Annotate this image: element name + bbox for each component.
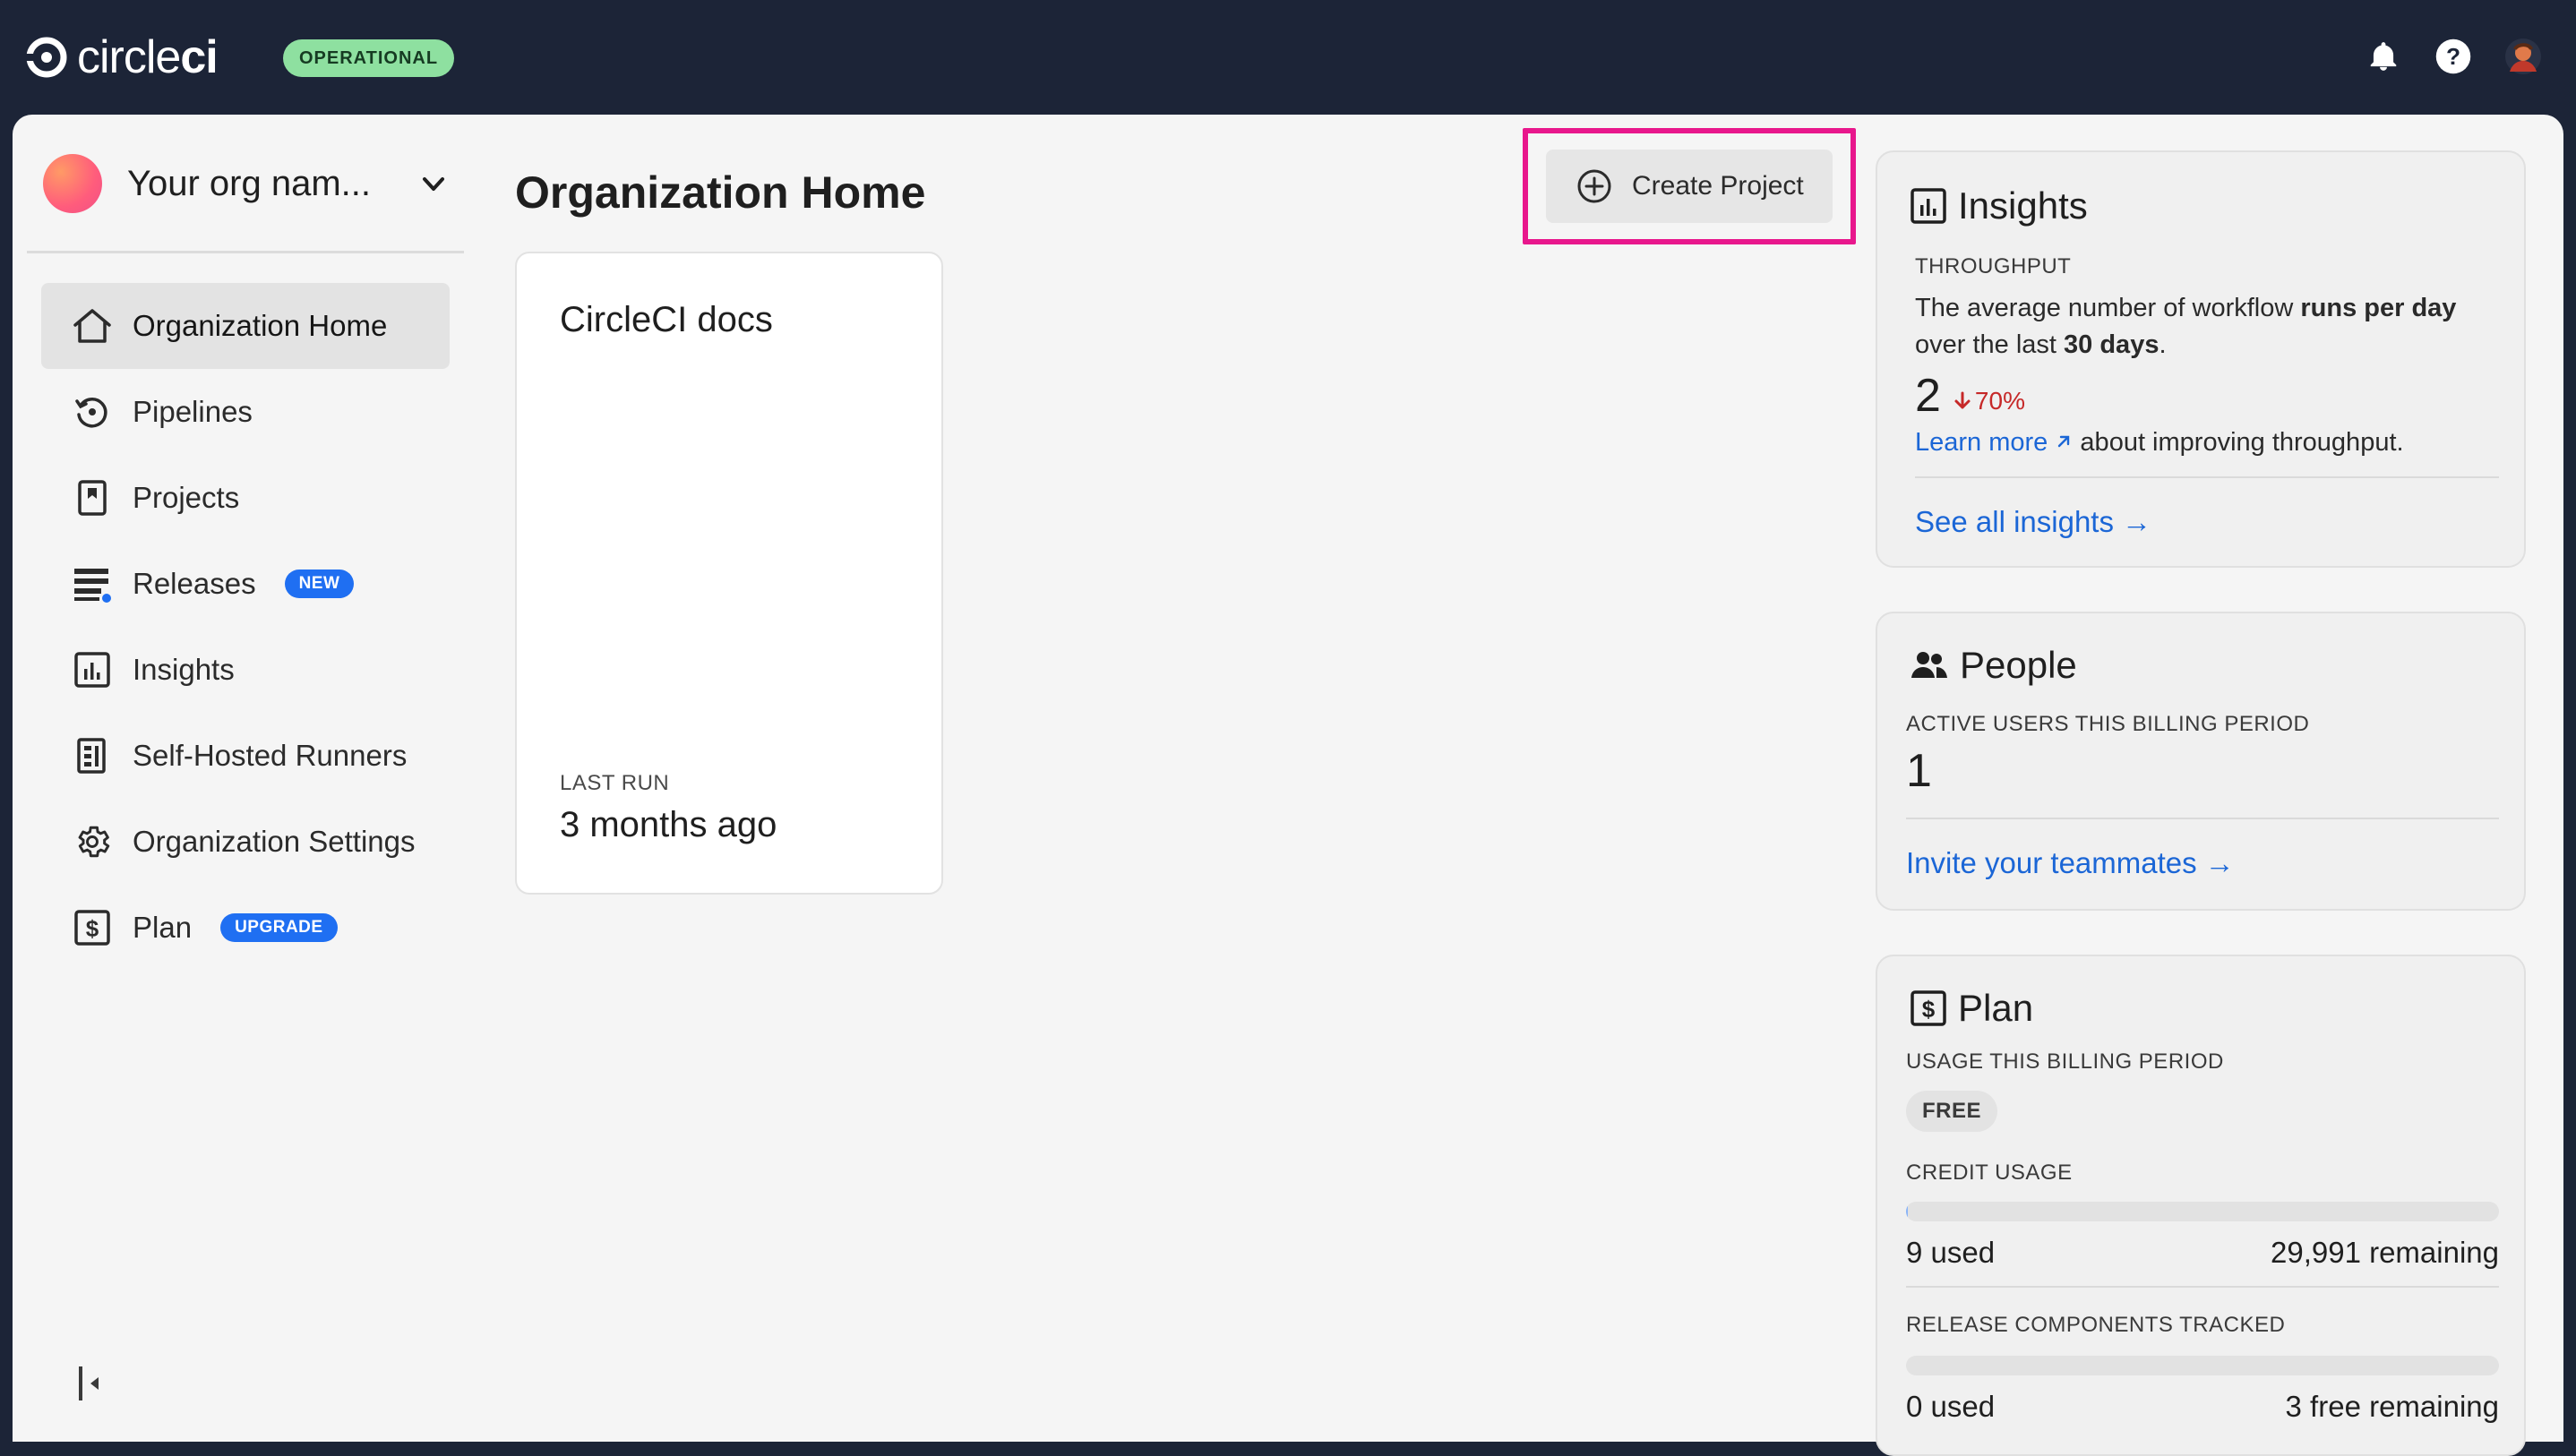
project-card[interactable]: CircleCI docs LAST RUN 3 months ago (515, 252, 943, 895)
people-divider (1906, 818, 2499, 819)
people-title-text: People (1960, 644, 2077, 686)
last-run-value: 3 months ago (560, 805, 777, 844)
throughput-description: The average number of workflow runs per … (1915, 294, 2457, 359)
create-project-button[interactable]: Create Project (1546, 150, 1833, 223)
chevron-down-icon (423, 177, 444, 191)
sidebar-item-pipelines[interactable]: Pipelines (41, 369, 450, 455)
external-link-icon (2058, 435, 2070, 448)
arrow-down-icon (1954, 391, 1971, 409)
home-icon (72, 305, 113, 347)
releases-icon (72, 563, 113, 604)
svg-text:?: ? (2446, 43, 2460, 70)
sidebar-item-label: Plan (133, 911, 193, 944)
sidebar-item-label: Releases (133, 567, 256, 600)
insights-icon (1911, 188, 1946, 224)
plan-title-text: Plan (1958, 987, 2034, 1029)
release-usage-row: 0 used 3 free remaining (1906, 1390, 2499, 1424)
sidebar-item-organization-settings[interactable]: Organization Settings (41, 799, 450, 885)
active-users-value: 1 (1906, 745, 1932, 797)
credit-usage-label: CREDIT USAGE (1906, 1161, 2073, 1185)
org-avatar (43, 154, 102, 213)
sidebar-item-label: Organization Home (133, 309, 388, 342)
sidebar-item-label: Pipelines (133, 395, 253, 428)
people-icon (1911, 652, 1947, 678)
active-users-label: ACTIVE USERS THIS BILLING PERIOD (1906, 712, 2310, 736)
create-project-label: Create Project (1632, 171, 1804, 201)
sidebar-item-releases[interactable]: Releases NEW (41, 541, 450, 627)
plan-divider (1906, 1286, 2499, 1288)
last-run-label: LAST RUN (560, 771, 670, 795)
plan-panel: $ Plan USAGE THIS BILLING PERIOD FREE CR… (1876, 955, 2526, 1456)
pipelines-icon (72, 391, 113, 433)
release-remaining: 3 free remaining (2285, 1390, 2499, 1423)
insights-icon (72, 649, 113, 690)
throughput-metric: 2 70% (1915, 369, 2025, 423)
sidebar-item-label: Insights (133, 653, 235, 686)
status-badge[interactable]: OPERATIONAL (283, 39, 455, 77)
throughput-delta: 70% (1953, 387, 2025, 415)
throughput-value: 2 (1915, 370, 1941, 422)
circleci-logo-icon (25, 37, 67, 78)
upgrade-badge[interactable]: UPGRADE (220, 913, 338, 942)
project-name[interactable]: CircleCI docs (560, 300, 773, 340)
projects-icon (72, 477, 113, 518)
insights-title: Insights (1910, 184, 2088, 227)
sidebar-nav: Organization Home Pipelines Projects Rel… (41, 283, 450, 971)
circleci-logo[interactable]: circleci (25, 31, 219, 83)
insights-title-text: Insights (1958, 184, 2088, 227)
user-avatar[interactable] (2503, 36, 2544, 77)
credit-usage-bar (1906, 1202, 2499, 1221)
release-components-label: RELEASE COMPONENTS TRACKED (1906, 1313, 2286, 1337)
release-used: 0 used (1906, 1390, 1996, 1423)
runners-icon (72, 735, 113, 776)
sidebar-item-insights[interactable]: Insights (41, 627, 450, 713)
logo-text: circleci (77, 31, 219, 83)
org-switcher[interactable]: Your org nam... (43, 152, 455, 215)
sidebar-item-plan[interactable]: $ Plan UPGRADE (41, 885, 450, 971)
top-bar: circleci OPERATIONAL ? (0, 0, 2576, 115)
gear-icon (72, 821, 113, 862)
throughput-label: THROUGHPUT (1915, 254, 2072, 278)
release-components-bar (1906, 1356, 2499, 1375)
insights-divider (1915, 476, 2499, 478)
people-title: People (1910, 644, 2077, 687)
sidebar-item-label: Projects (133, 481, 240, 514)
sidebar-item-projects[interactable]: Projects (41, 455, 450, 541)
new-badge: NEW (284, 570, 355, 598)
people-panel: People ACTIVE USERS THIS BILLING PERIOD … (1876, 612, 2526, 911)
sidebar-item-label: Self-Hosted Runners (133, 739, 408, 772)
svg-text:$: $ (86, 915, 99, 942)
dollar-icon: $ (1911, 990, 1946, 1026)
credit-remaining: 29,991 remaining (2270, 1236, 2499, 1269)
credit-usage-fill (1906, 1202, 1908, 1221)
help-icon[interactable]: ? (2433, 36, 2474, 77)
dollar-icon: $ (72, 907, 113, 948)
sidebar-item-organization-home[interactable]: Organization Home (41, 283, 450, 369)
page-title: Organization Home (515, 167, 926, 218)
see-all-insights-link[interactable]: See all insights → (1915, 505, 2151, 539)
credit-usage-row: 9 used 29,991 remaining (1906, 1236, 2499, 1270)
plus-circle-icon (1577, 169, 1611, 203)
insights-panel: Insights THROUGHPUT The average number o… (1876, 150, 2526, 568)
learn-more-row: Learn more about improving throughput. (1915, 428, 2404, 457)
svg-text:$: $ (1922, 996, 1936, 1023)
plan-title: $ Plan (1910, 987, 2033, 1030)
sidebar-item-self-hosted-runners[interactable]: Self-Hosted Runners (41, 713, 450, 799)
sidebar-divider (27, 251, 464, 253)
learn-more-link[interactable]: Learn more (1915, 428, 2073, 457)
sidebar-item-label: Organization Settings (133, 825, 416, 858)
usage-label: USAGE THIS BILLING PERIOD (1906, 1049, 2224, 1074)
org-name: Your org nam... (127, 163, 372, 203)
bell-icon[interactable] (2363, 36, 2404, 77)
invite-teammates-link[interactable]: Invite your teammates → (1906, 846, 2235, 880)
plan-tier-badge: FREE (1906, 1091, 1998, 1132)
credit-used: 9 used (1906, 1236, 1996, 1269)
collapse-sidebar-icon[interactable] (75, 1363, 106, 1404)
